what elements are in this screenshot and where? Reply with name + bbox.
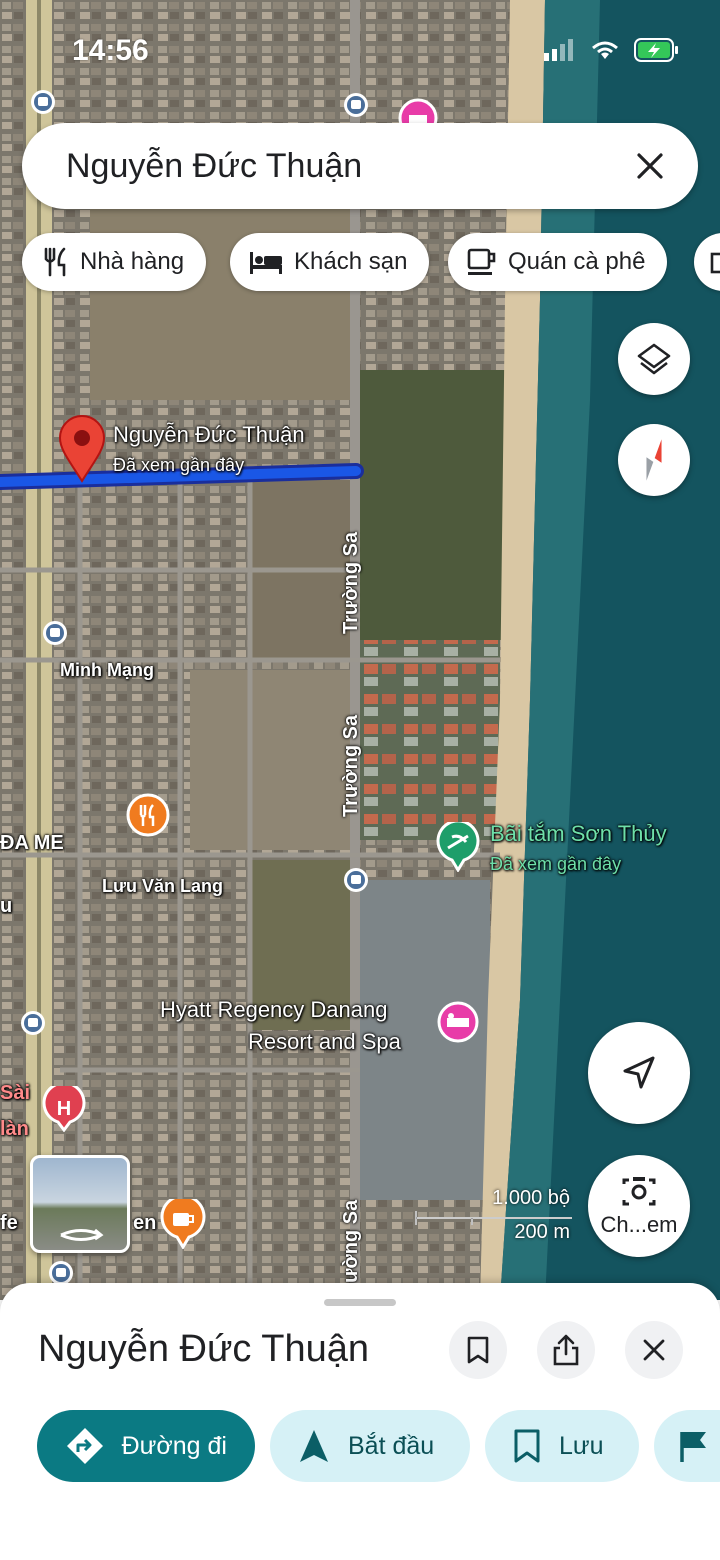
close-sheet-button[interactable] <box>625 1321 683 1379</box>
search-bar[interactable]: Nguyễn Đức Thuận <box>22 123 698 209</box>
chip-cafes[interactable]: Quán cà phê <box>448 233 668 291</box>
share-button[interactable] <box>537 1321 595 1379</box>
compass-icon <box>646 439 662 481</box>
fork-knife-icon <box>44 247 66 277</box>
bus-stop-icon <box>43 621 67 645</box>
my-location-button[interactable] <box>588 1022 690 1124</box>
chip-label: Nhà hàng <box>80 248 185 275</box>
map-view[interactable]: 14:56 Minh Mạng Lưu Văn Lang ĐA ME u Sài… <box>0 0 720 1300</box>
close-icon <box>637 153 663 179</box>
street-label-han: làn <box>0 1118 29 1140</box>
chip-restaurants[interactable]: Nhà hàng <box>22 233 207 291</box>
cafe-marker-icon[interactable] <box>160 1199 206 1249</box>
restaurant-marker-icon[interactable] <box>126 793 170 837</box>
street-label-minh-mang: Minh Mạng <box>60 660 154 680</box>
lens-label: Ch...em <box>600 1212 678 1237</box>
location-pin-icon[interactable] <box>58 415 106 483</box>
bookmark-icon <box>514 1429 540 1463</box>
scale-bar: 1.000 bộ 200 m <box>414 1187 574 1247</box>
compass-button[interactable] <box>618 424 690 496</box>
clear-search-button[interactable] <box>630 146 670 186</box>
street-label-luu-van-lang: Lưu Văn Lang <box>102 876 224 896</box>
battery-charging-icon <box>634 38 678 62</box>
street-label-sai: Sài <box>0 1082 31 1104</box>
close-icon <box>643 1339 665 1361</box>
hospital-marker-icon[interactable]: H <box>42 1086 86 1132</box>
bus-stop-icon <box>21 1011 45 1035</box>
start-label: Bắt đầu <box>348 1431 435 1460</box>
street-label-u: u <box>0 895 13 917</box>
directions-button[interactable]: Đường đi <box>37 1410 255 1482</box>
layers-button[interactable] <box>618 323 690 395</box>
svg-text:H: H <box>57 1098 71 1120</box>
rotate-360-icon <box>60 1228 104 1241</box>
street-label-truong-sa-1: Trường Sa <box>340 531 362 634</box>
hotel-title-line2: Resort and Spa <box>248 1029 401 1054</box>
chip-label: Quán cà phê <box>508 248 646 275</box>
street-label-da-me: ĐA ME <box>0 832 64 854</box>
wifi-icon <box>592 41 618 59</box>
street-label-truong-sa-2: Trường Sa <box>340 714 362 817</box>
beach-title: Bãi tắm Sơn Thủy <box>490 821 667 846</box>
search-query[interactable]: Nguyễn Đức Thuận <box>66 147 630 186</box>
shopping-icon <box>710 252 720 274</box>
hotel-marker-icon[interactable] <box>436 1000 480 1044</box>
navigate-arrow-icon <box>300 1430 328 1462</box>
scale-metric: 200 m <box>514 1221 570 1243</box>
directions-label: Đường đi <box>121 1431 227 1460</box>
share-icon <box>553 1334 579 1366</box>
street-label-en: en <box>133 1212 157 1234</box>
place-sheet[interactable]: Nguyễn Đức Thuận Đường đi Bắt đầu Lưu <box>0 1283 720 1560</box>
sheet-drag-handle[interactable] <box>324 1299 396 1306</box>
chip-hotels[interactable]: Khách sạn <box>230 233 430 291</box>
street-label-fe: fe <box>0 1212 18 1234</box>
lens-button[interactable]: Ch...em <box>588 1155 690 1257</box>
layers-icon <box>637 343 671 375</box>
pin-subtitle: Đã xem gần đây <box>113 455 245 475</box>
status-time: 14:56 <box>72 34 149 67</box>
pin-title: Nguyễn Đức Thuận <box>113 422 305 447</box>
start-button[interactable]: Bắt đầu <box>270 1410 470 1482</box>
save-button[interactable]: Lưu <box>485 1410 639 1482</box>
scale-imperial: 1.000 bộ <box>492 1187 570 1209</box>
save-icon-button[interactable] <box>449 1321 507 1379</box>
hotel-title-line1: Hyatt Regency Danang <box>160 997 388 1022</box>
camera-icon <box>622 1177 656 1206</box>
signal-icon <box>544 39 573 61</box>
beach-subtitle: Đã xem gần đây <box>490 854 622 874</box>
street-view-thumbnail[interactable] <box>30 1155 130 1253</box>
place-title: Nguyễn Đức Thuận <box>38 1328 370 1370</box>
beach-marker-icon[interactable] <box>436 822 480 872</box>
chip-label: Khách sạn <box>294 248 408 275</box>
coffee-cup-icon <box>467 248 496 275</box>
bus-stop-icon <box>344 868 368 892</box>
bus-stop-icon <box>31 90 55 114</box>
street-label-truong-sa-3: ường Sa <box>340 1199 362 1283</box>
flag-icon <box>680 1432 706 1462</box>
status-icons <box>544 38 680 62</box>
more-action-button[interactable] <box>654 1410 720 1482</box>
save-label: Lưu <box>559 1431 604 1460</box>
bus-stop-icon <box>344 93 368 117</box>
bed-icon <box>250 252 282 274</box>
navigation-arrow-icon <box>623 1056 655 1089</box>
directions-icon <box>67 1428 103 1464</box>
bookmark-icon <box>467 1336 489 1364</box>
